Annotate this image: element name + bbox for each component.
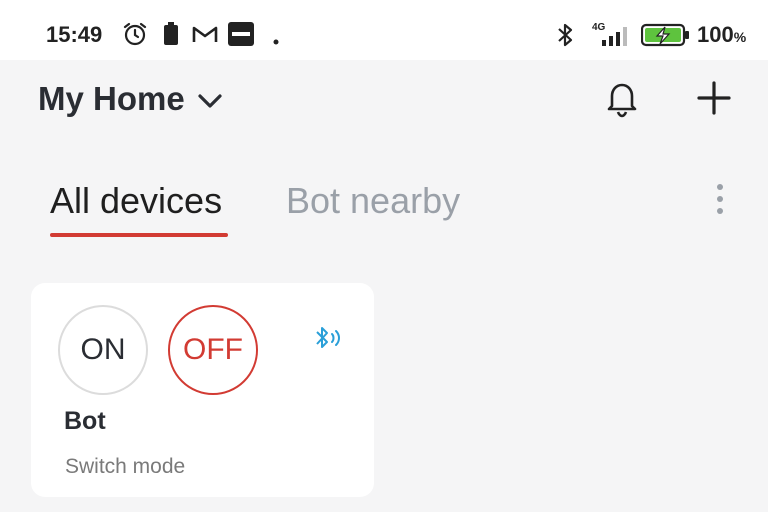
battery-percent: 100% xyxy=(697,22,747,47)
bluetooth-icon xyxy=(556,22,574,53)
active-tab-indicator xyxy=(50,233,228,237)
alarm-icon xyxy=(121,20,149,53)
ifttt-icon xyxy=(228,22,254,51)
tab-bot-nearby[interactable]: Bot nearby xyxy=(286,180,460,222)
device-mode: Switch mode xyxy=(65,455,186,478)
bell-icon[interactable] xyxy=(604,78,640,123)
tab-all-devices[interactable]: All devices xyxy=(50,180,222,222)
status-time: 15:49 xyxy=(46,22,103,47)
off-button[interactable]: OFF xyxy=(168,305,258,395)
status-bar: 15:49 4G 100% xyxy=(0,0,768,60)
battery-charging-icon xyxy=(640,23,691,52)
dot-icon xyxy=(273,32,279,50)
device-tabs: All devices Bot nearby xyxy=(0,170,768,240)
off-button-label: OFF xyxy=(183,333,243,366)
plus-icon[interactable] xyxy=(696,80,732,121)
device-card[interactable]: ON OFF Bot Switch mode xyxy=(31,283,374,497)
bluetooth-signal-icon xyxy=(314,325,346,356)
gmail-icon xyxy=(192,24,218,49)
device-name: Bot xyxy=(64,407,106,435)
chevron-down-icon xyxy=(197,80,223,118)
more-options-icon[interactable] xyxy=(710,183,730,222)
on-button[interactable]: ON xyxy=(58,305,148,395)
home-selector[interactable]: My Home xyxy=(38,80,223,118)
battery-saver-icon xyxy=(162,22,180,51)
on-button-label: ON xyxy=(80,333,126,366)
page-title: My Home xyxy=(38,80,185,117)
signal-icon xyxy=(600,24,632,51)
